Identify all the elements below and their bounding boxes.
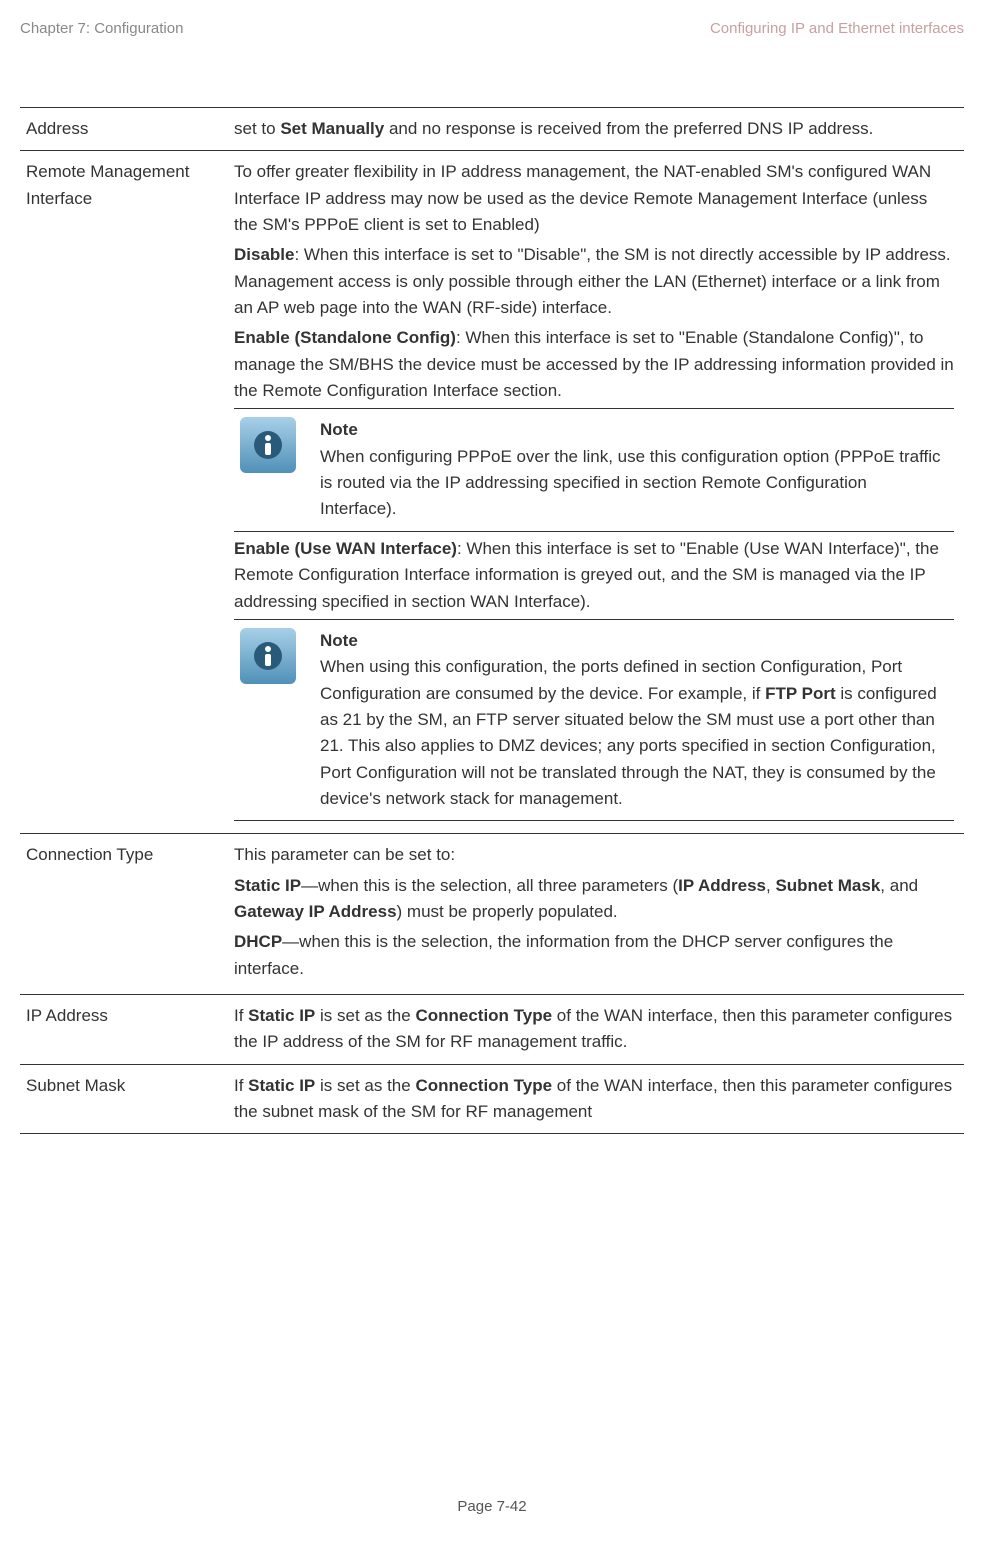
table-row: Subnet Mask If Static IP is set as the C… — [20, 1064, 964, 1134]
note-title: Note — [320, 417, 948, 443]
page-number: Page 7-42 — [0, 1498, 984, 1515]
section-label: Configuring IP and Ethernet interfaces — [710, 20, 964, 37]
page-header: Chapter 7: Configuration Configuring IP … — [0, 20, 984, 67]
info-icon — [240, 417, 296, 473]
table-row: Remote Management Interface To offer gre… — [20, 151, 964, 834]
attr-desc: This parameter can be set to: Static IP—… — [230, 834, 964, 995]
attr-desc: If Static IP is set as the Connection Ty… — [230, 994, 964, 1064]
note-title: Note — [320, 628, 948, 654]
attr-name: Connection Type — [20, 834, 230, 995]
info-icon — [240, 628, 296, 684]
attr-desc: If Static IP is set as the Connection Ty… — [230, 1064, 964, 1134]
chapter-label: Chapter 7: Configuration — [20, 20, 183, 37]
attr-name: Address — [20, 108, 230, 151]
attr-desc: To offer greater flexibility in IP addre… — [230, 151, 964, 834]
attr-name: Remote Management Interface — [20, 151, 230, 834]
note-body: When configuring PPPoE over the link, us… — [320, 444, 948, 523]
attributes-table: Address set to Set Manually and no respo… — [20, 107, 964, 1134]
table-row: IP Address If Static IP is set as the Co… — [20, 994, 964, 1064]
attr-desc: set to Set Manually and no response is r… — [230, 108, 964, 151]
note-box: Note When configuring PPPoE over the lin… — [234, 408, 954, 531]
note-box: Note When using this configuration, the … — [234, 619, 954, 821]
table-row: Connection Type This parameter can be se… — [20, 834, 964, 995]
note-body: When using this configuration, the ports… — [320, 654, 948, 812]
attr-name: IP Address — [20, 994, 230, 1064]
table-row: Address set to Set Manually and no respo… — [20, 108, 964, 151]
attr-name: Subnet Mask — [20, 1064, 230, 1134]
content-area: Address set to Set Manually and no respo… — [0, 107, 984, 1134]
